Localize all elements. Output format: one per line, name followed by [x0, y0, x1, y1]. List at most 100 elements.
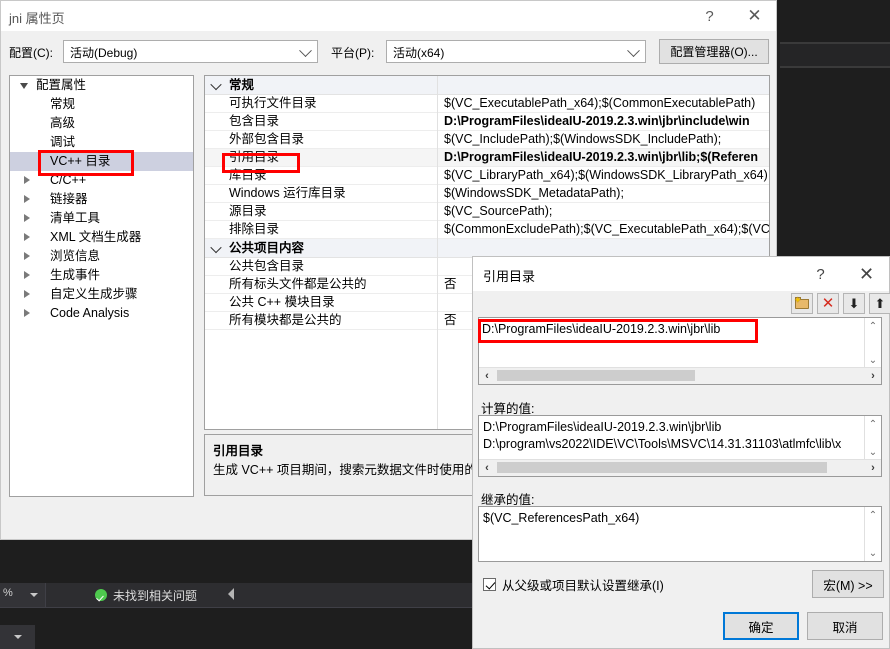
vs-bottom-combo[interactable] [0, 625, 35, 649]
property-value[interactable]: $(CommonExcludePath);$(VC_ExecutablePath… [444, 221, 769, 238]
property-value[interactable]: $(VC_IncludePath);$(WindowsSDK_IncludePa… [444, 131, 721, 148]
scroll-down-icon[interactable]: ⌄ [865, 444, 881, 460]
property-row[interactable]: 排除目录 $(CommonExcludePath);$(VC_Executable… [205, 221, 769, 239]
tree-item-label: 常规 [50, 97, 76, 111]
property-value[interactable]: 否 [444, 312, 457, 329]
chevron-right-icon[interactable] [24, 214, 30, 222]
move-down-button[interactable]: ⬇ [843, 293, 865, 314]
tree-item[interactable]: 清单工具 [10, 209, 193, 228]
property-row[interactable]: 源目录 $(VC_SourcePath); [205, 203, 769, 221]
evaluated-vertical-scrollbar[interactable]: ⌃ ⌄ [864, 416, 881, 460]
inherit-checkbox-label: 从父级或项目默认设置继承(I) [502, 579, 664, 593]
dialog-toolbar: ✦ ✕ ⬇ ⬆ [473, 291, 890, 317]
chevron-right-icon[interactable] [24, 195, 30, 203]
tree-item[interactable]: Code Analysis [10, 304, 193, 323]
vs-zoom-combo[interactable]: % [0, 583, 46, 607]
inherit-from-parent-checkbox[interactable]: 从父级或项目默认设置继承(I) [483, 575, 664, 594]
scroll-up-icon[interactable]: ⌃ [865, 507, 881, 523]
tree-item[interactable]: 高级 [10, 114, 193, 133]
chevron-right-icon[interactable] [24, 271, 30, 279]
inherited-vertical-scrollbar[interactable]: ⌃ ⌄ [864, 507, 881, 561]
property-value[interactable]: $(VC_SourcePath); [444, 203, 552, 220]
tree-item[interactable]: 浏览信息 [10, 247, 193, 266]
scroll-down-icon[interactable]: ⌄ [865, 352, 881, 368]
property-value[interactable]: D:\ProgramFiles\ideaIU-2019.2.3.win\jbr\… [444, 113, 750, 130]
directory-entry-input[interactable]: D:\ProgramFiles\ideaIU-2019.2.3.win\jbr\… [482, 322, 720, 336]
scroll-up-icon[interactable]: ⌃ [865, 416, 881, 432]
property-row[interactable]: 外部包含目录 $(VC_IncludePath);$(WindowsSDK_Inc… [205, 131, 769, 149]
tree-item[interactable]: XML 文档生成器 [10, 228, 193, 247]
property-group-header[interactable]: 常规 [205, 76, 769, 95]
tree-item[interactable]: 配置属性 [10, 76, 193, 95]
vs-status-message: 未找到相关问题 [95, 583, 197, 607]
delete-button[interactable]: ✕ [817, 293, 839, 314]
directory-edit-list[interactable]: D:\ProgramFiles\ideaIU-2019.2.3.win\jbr\… [478, 317, 882, 385]
platform-combo[interactable]: 活动(x64) [386, 40, 646, 63]
property-name: 公共 C++ 模块目录 [229, 295, 335, 309]
vs-collapse-arrow-icon[interactable] [228, 588, 234, 600]
tree-item[interactable]: 链接器 [10, 190, 193, 209]
macros-button[interactable]: 宏(M) >> [812, 570, 884, 598]
chevron-down-icon[interactable] [20, 83, 28, 89]
move-up-button[interactable]: ⬆ [869, 293, 890, 314]
move-up-icon: ⬆ [874, 296, 886, 311]
property-value[interactable]: 否 [444, 276, 457, 293]
chevron-right-icon[interactable] [24, 309, 30, 317]
evaluated-value-box[interactable]: D:\ProgramFiles\ideaIU-2019.2.3.win\jbr\… [478, 415, 882, 477]
inherited-value-box[interactable]: $(VC_ReferencesPath_x64) ⌃ ⌄ [478, 506, 882, 562]
chevron-down-icon[interactable] [210, 241, 222, 254]
help-icon[interactable]: ? [798, 257, 843, 291]
close-icon[interactable]: ✕ [844, 257, 889, 291]
property-tree-panel[interactable]: 配置属性常规高级 调试 VC++ 目录 C/C++ 链接器 清单工具 XML 文档生成器 浏览… [9, 75, 194, 497]
property-name: 公共包含目录 [229, 259, 305, 273]
property-row[interactable]: Windows 运行库目录 $(WindowsSDK_MetadataPath); [205, 185, 769, 203]
property-row[interactable]: 可执行文件目录 $(VC_ExecutablePath_x64);$(Common… [205, 95, 769, 113]
chevron-right-icon[interactable] [24, 252, 30, 260]
ok-button[interactable]: 确定 [723, 612, 799, 640]
tree-item[interactable]: 生成事件 [10, 266, 193, 285]
tree-item-label: Code Analysis [50, 306, 130, 320]
tree-item[interactable]: 常规 [10, 95, 193, 114]
scrollbar-thumb[interactable] [497, 370, 695, 381]
evaluated-horizontal-scrollbar[interactable]: ‹ › [479, 459, 881, 476]
tree-item[interactable]: 调试 [10, 133, 193, 152]
help-icon[interactable]: ? [687, 1, 732, 31]
scrollbar-thumb[interactable] [497, 462, 827, 473]
chevron-right-icon[interactable] [24, 290, 30, 298]
scroll-down-icon[interactable]: ⌄ [865, 545, 881, 561]
property-row[interactable]: 包含目录 D:\ProgramFiles\ideaIU-2019.2.3.win\… [205, 113, 769, 131]
grid-column-divider[interactable] [437, 76, 438, 429]
tree-item[interactable]: C/C++ [10, 171, 193, 190]
tree-item-label: VC++ 目录 [50, 154, 111, 168]
cancel-button[interactable]: 取消 [807, 612, 883, 640]
property-name: 可执行文件目录 [229, 96, 317, 110]
new-folder-button[interactable]: ✦ [791, 293, 813, 314]
configuration-combo[interactable]: 活动(Debug) [63, 40, 318, 63]
chevron-down-icon [14, 635, 22, 639]
property-value[interactable]: $(WindowsSDK_MetadataPath); [444, 185, 624, 202]
chevron-right-icon[interactable] [24, 233, 30, 241]
property-value[interactable]: $(VC_LibraryPath_x64);$(WindowsSDK_Libra… [444, 167, 768, 184]
chevron-right-icon[interactable] [24, 176, 30, 184]
property-value[interactable]: D:\ProgramFiles\ideaIU-2019.2.3.win\jbr\… [444, 149, 758, 166]
property-row[interactable]: 库目录 $(VC_LibraryPath_x64);$(WindowsSDK_Li… [205, 167, 769, 185]
configuration-manager-button[interactable]: 配置管理器(O)... [659, 39, 769, 64]
edit-list-horizontal-scrollbar[interactable]: ‹ › [479, 367, 881, 384]
scroll-left-icon[interactable]: ‹ [479, 368, 495, 383]
chevron-down-icon[interactable] [210, 78, 222, 91]
evaluated-value-line: D:\ProgramFiles\ideaIU-2019.2.3.win\jbr\… [483, 420, 722, 434]
tree-item[interactable]: 自定义生成步骤 [10, 285, 193, 304]
edit-list-vertical-scrollbar[interactable]: ⌃ ⌄ [864, 318, 881, 368]
dialog-title: 引用目录 [483, 269, 536, 284]
chevron-down-icon [299, 44, 312, 58]
scroll-right-icon[interactable]: › [865, 368, 881, 383]
property-value[interactable]: $(VC_ExecutablePath_x64);$(CommonExecuta… [444, 95, 755, 112]
tree-item[interactable]: VC++ 目录 [10, 152, 193, 171]
scroll-right-icon[interactable]: › [865, 460, 881, 475]
close-icon[interactable]: ✕ [732, 1, 777, 31]
scroll-up-icon[interactable]: ⌃ [865, 318, 881, 334]
star-icon: ✦ [794, 295, 802, 305]
property-row[interactable]: 引用目录 D:\ProgramFiles\ideaIU-2019.2.3.win\… [205, 149, 769, 167]
scroll-left-icon[interactable]: ‹ [479, 460, 495, 475]
dialog-titlebar: 引用目录 ? ✕ [473, 257, 889, 291]
